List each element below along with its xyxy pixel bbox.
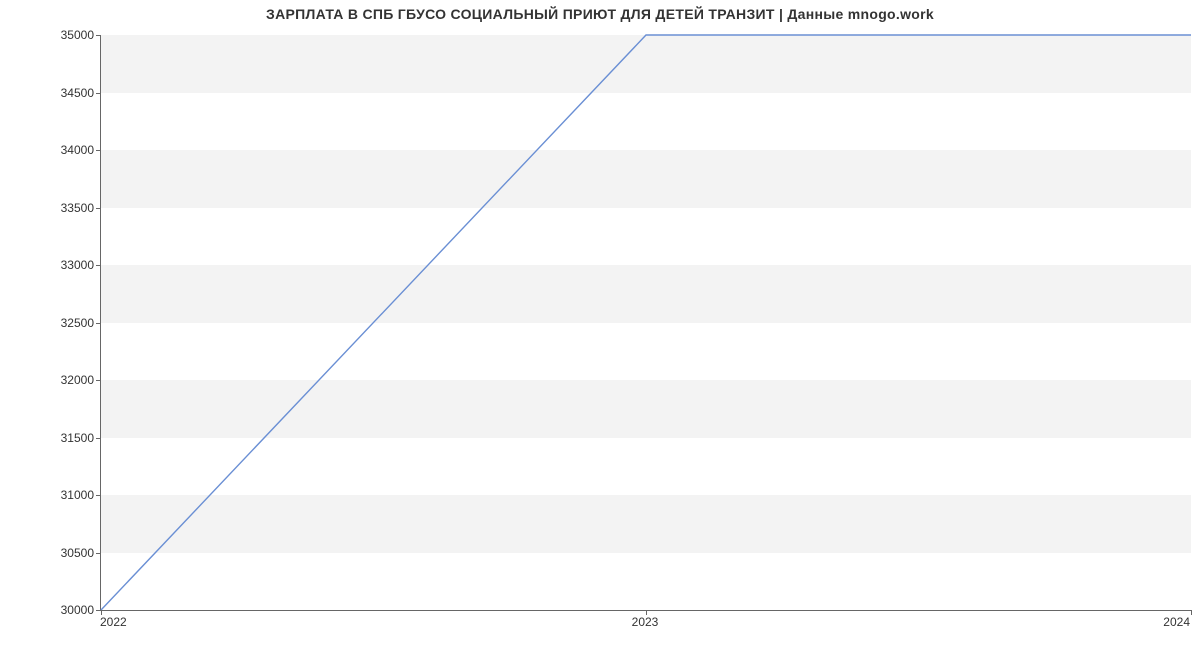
y-tick-label: 34000 [14, 143, 94, 157]
y-tick-label: 34500 [14, 86, 94, 100]
y-tick-label: 32500 [14, 316, 94, 330]
y-tick-mark [96, 323, 101, 324]
y-tick-mark [96, 35, 101, 36]
y-tick-label: 35000 [14, 28, 94, 42]
y-tick-label: 33000 [14, 258, 94, 272]
y-tick-mark [96, 265, 101, 266]
x-tick-mark [1191, 610, 1192, 615]
y-tick-label: 30000 [14, 603, 94, 617]
y-tick-mark [96, 150, 101, 151]
y-tick-mark [96, 495, 101, 496]
x-tick-label: 2022 [100, 615, 127, 629]
x-tick-label: 2024 [1163, 615, 1190, 629]
y-tick-mark [96, 93, 101, 94]
y-tick-label: 32000 [14, 373, 94, 387]
y-tick-label: 30500 [14, 546, 94, 560]
y-tick-mark [96, 438, 101, 439]
y-tick-mark [96, 553, 101, 554]
chart-container: ЗАРПЛАТА В СПБ ГБУСО СОЦИАЛЬНЫЙ ПРИЮТ ДЛ… [0, 0, 1200, 650]
chart-title: ЗАРПЛАТА В СПБ ГБУСО СОЦИАЛЬНЫЙ ПРИЮТ ДЛ… [0, 6, 1200, 22]
y-tick-label: 31000 [14, 488, 94, 502]
plot-area [100, 35, 1191, 611]
y-tick-mark [96, 208, 101, 209]
y-tick-label: 31500 [14, 431, 94, 445]
chart-line [101, 35, 1191, 610]
y-tick-mark [96, 380, 101, 381]
y-tick-label: 33500 [14, 201, 94, 215]
x-tick-label: 2023 [632, 615, 659, 629]
